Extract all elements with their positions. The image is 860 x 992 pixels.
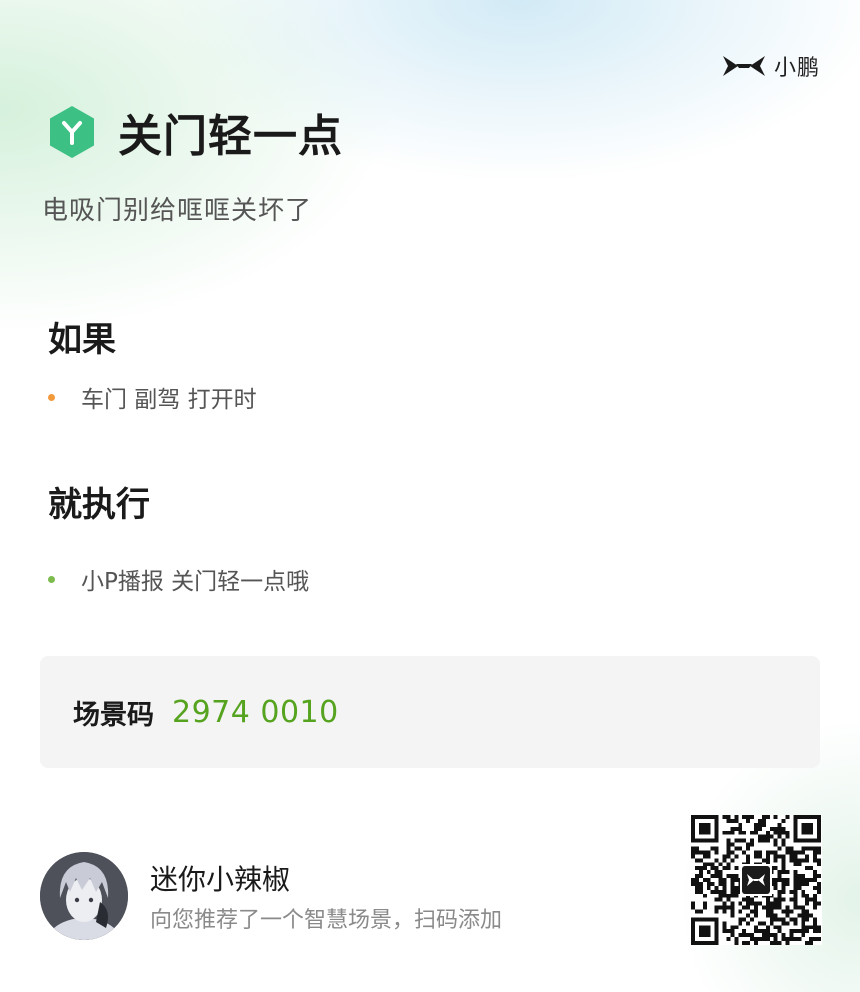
user-name: 迷你小辣椒	[150, 863, 291, 896]
condition-item: 车门 副驾 打开时	[48, 380, 257, 414]
header: 关门轻一点	[48, 100, 343, 164]
action-title: 就执行	[48, 485, 150, 525]
scene-code-label: 场景码	[73, 699, 154, 731]
xpeng-logo-icon	[722, 56, 765, 76]
action-item-text: 小P播报 关门轻一点哦	[81, 569, 310, 595]
green-dot-icon	[48, 575, 55, 583]
brand-name: 小鹏	[773, 56, 820, 81]
page-title: 关门轻一点	[118, 111, 343, 162]
qr-code-icon[interactable]	[690, 815, 822, 945]
condition-title: 如果	[48, 320, 116, 360]
xpeng-logo-icon	[742, 866, 770, 894]
share-text: 向您推荐了一个智慧场景，扫码添加	[150, 908, 503, 933]
orange-dot-icon	[48, 393, 55, 401]
anime-avatar	[40, 852, 128, 940]
qr-center-logo	[740, 864, 772, 896]
brand: 小鹏	[722, 50, 820, 82]
condition-item-text: 车门 副驾 打开时	[81, 387, 257, 413]
hexagon-y-icon	[50, 106, 94, 158]
scene-code-value[interactable]: 2974 0010	[172, 695, 339, 730]
action-item: 小P播报 关门轻一点哦	[48, 562, 309, 596]
avatar	[40, 852, 128, 940]
scene-code-box: 场景码 2974 0010	[40, 656, 820, 768]
page-subtitle: 电吸门别给哐哐关坏了	[42, 196, 313, 226]
